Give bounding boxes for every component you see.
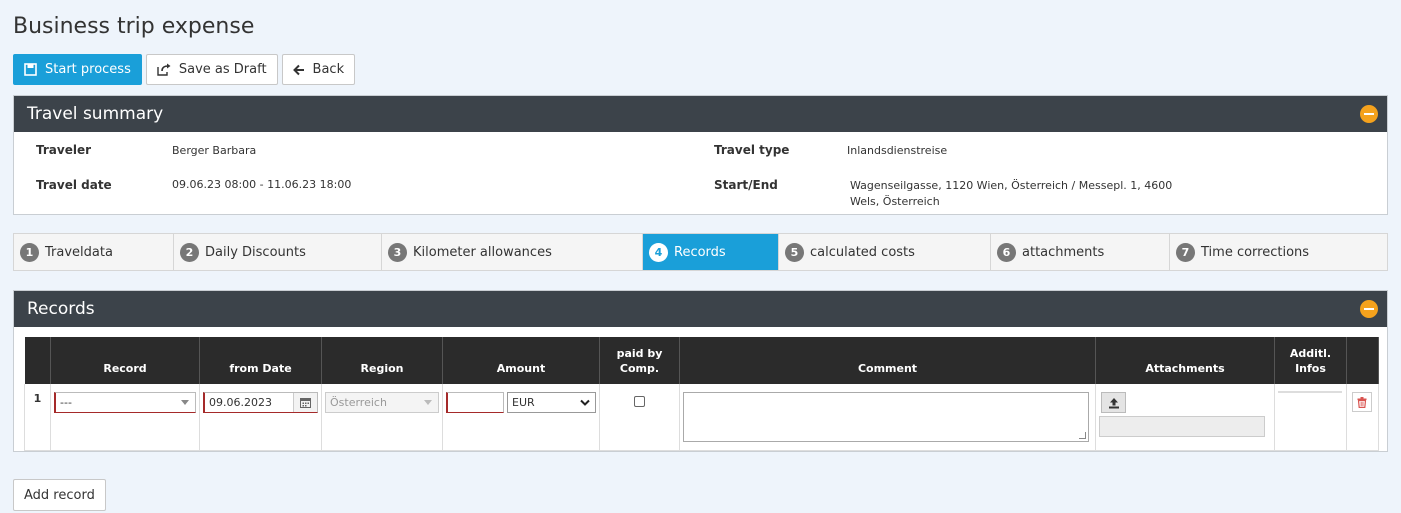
- tab-label: Records: [674, 244, 726, 260]
- step-number: 2: [180, 242, 199, 262]
- tab-label: attachments: [1022, 244, 1105, 260]
- travel-type-value: Inlandsdienstreise: [847, 144, 948, 157]
- currency-value: EUR: [512, 396, 535, 409]
- amount-cell: EUR: [442, 384, 600, 451]
- additl-infos-field[interactable]: [1278, 391, 1342, 393]
- step-number: 6: [997, 242, 1016, 262]
- actions-cell: [1346, 384, 1379, 451]
- collapse-icon[interactable]: [1360, 105, 1378, 123]
- traveler-value: Berger Barbara: [172, 144, 257, 157]
- tab-time-corrections[interactable]: 7 Time corrections: [1170, 234, 1387, 270]
- travel-summary-panel: Travel summary Traveler Berger Barbara T…: [13, 95, 1388, 215]
- col-actions: [1346, 337, 1379, 384]
- chevron-down-icon: [580, 399, 590, 406]
- step-number: 7: [1176, 242, 1195, 262]
- save-icon: [24, 63, 37, 76]
- travel-summary-header: Travel summary: [14, 96, 1387, 132]
- col-record: Record: [50, 337, 200, 384]
- record-select-value: ---: [60, 396, 72, 409]
- travel-type-label: Travel type: [714, 143, 790, 157]
- col-from-date: from Date: [199, 337, 322, 384]
- start-end-line1: Wagenseilgasse, 1120 Wien, Österreich / …: [850, 179, 1173, 192]
- from-date-input[interactable]: 09.06.2023: [203, 392, 318, 413]
- travel-date-value: 09.06.23 08:00 - 11.06.23 18:00: [172, 178, 352, 191]
- currency-select[interactable]: EUR: [507, 392, 596, 413]
- step-number: 5: [785, 242, 804, 262]
- col-region: Region: [321, 337, 443, 384]
- record-select[interactable]: ---: [54, 392, 196, 413]
- page-title: Business trip expense: [13, 14, 255, 39]
- attachment-file-field[interactable]: [1099, 416, 1265, 437]
- trash-icon: [1357, 396, 1367, 408]
- toolbar: Start process Save as Draft Back: [13, 54, 356, 85]
- table-row: 1 --- 09.06.2023 Österreich EUR: [24, 384, 1379, 451]
- col-num: [24, 337, 51, 384]
- from-date-cell: 09.06.2023: [199, 384, 322, 451]
- paid-by-comp-cell: [599, 384, 680, 451]
- record-cell: ---: [50, 384, 200, 451]
- comment-cell: [679, 384, 1096, 451]
- wizard-tabs: 1 Traveldata 2 Daily Discounts 3 Kilomet…: [13, 233, 1388, 271]
- start-process-button[interactable]: Start process: [13, 54, 142, 85]
- step-number: 4: [649, 242, 668, 262]
- upload-icon: [1108, 397, 1119, 408]
- back-button[interactable]: Back: [281, 54, 356, 85]
- step-number: 3: [388, 242, 407, 262]
- tab-calculated-costs[interactable]: 5 calculated costs: [779, 234, 991, 270]
- col-paid-by-comp: paid by Comp.: [599, 337, 680, 384]
- region-value: Österreich: [330, 396, 387, 409]
- records-title: Records: [27, 299, 95, 319]
- additl-infos-cell: [1274, 384, 1347, 451]
- tab-traveldata[interactable]: 1 Traveldata: [14, 234, 174, 270]
- col-additl-infos: Additl. Infos: [1274, 337, 1347, 384]
- share-icon: [157, 63, 171, 76]
- col-attachments: Attachments: [1095, 337, 1275, 384]
- col-amount: Amount: [442, 337, 600, 384]
- region-cell: Österreich: [321, 384, 443, 451]
- from-date-value: 09.06.2023: [209, 396, 272, 409]
- tab-daily-discounts[interactable]: 2 Daily Discounts: [174, 234, 382, 270]
- tab-kilometer-allowances[interactable]: 3 Kilometer allowances: [382, 234, 643, 270]
- start-end-value: Wagenseilgasse, 1120 Wien, Österreich / …: [850, 178, 1172, 210]
- step-number: 1: [20, 242, 39, 262]
- save-draft-label: Save as Draft: [178, 62, 267, 77]
- tab-label: Kilometer allowances: [413, 244, 552, 260]
- tab-label: Traveldata: [45, 244, 113, 260]
- delete-row-button[interactable]: [1352, 392, 1372, 412]
- comment-textarea[interactable]: [683, 392, 1089, 442]
- chevron-down-icon: [424, 400, 432, 405]
- table-header-row: Record from Date Region Amount paid by C…: [24, 337, 1379, 384]
- calendar-icon[interactable]: [293, 393, 317, 412]
- paid-by-comp-checkbox[interactable]: [634, 396, 645, 407]
- tab-attachments[interactable]: 6 attachments: [991, 234, 1170, 270]
- start-end-label: Start/End: [714, 178, 778, 192]
- add-record-button[interactable]: Add record: [13, 479, 106, 511]
- start-process-label: Start process: [45, 62, 131, 77]
- chevron-down-icon: [181, 400, 189, 405]
- traveler-label: Traveler: [36, 143, 92, 157]
- upload-button[interactable]: [1101, 392, 1126, 413]
- tab-records[interactable]: 4 Records: [643, 234, 779, 270]
- tab-label: calculated costs: [810, 244, 915, 260]
- back-label: Back: [312, 62, 345, 77]
- col-comment: Comment: [679, 337, 1096, 384]
- travel-summary-title: Travel summary: [27, 104, 164, 124]
- tab-label: Time corrections: [1201, 244, 1310, 260]
- amount-input[interactable]: [446, 392, 504, 413]
- arrow-left-icon: [292, 64, 304, 75]
- attachments-cell: [1095, 384, 1275, 451]
- tab-label: Daily Discounts: [205, 244, 306, 260]
- collapse-icon[interactable]: [1360, 300, 1378, 318]
- records-table: Record from Date Region Amount paid by C…: [24, 337, 1379, 451]
- records-panel: Records Record from Date Region Amount p…: [13, 290, 1388, 452]
- records-header: Records: [14, 291, 1387, 327]
- region-select: Österreich: [325, 392, 439, 413]
- save-draft-button[interactable]: Save as Draft: [145, 54, 278, 85]
- travel-date-label: Travel date: [36, 178, 112, 192]
- row-number: 1: [24, 384, 51, 451]
- start-end-line2: Wels, Österreich: [850, 195, 940, 208]
